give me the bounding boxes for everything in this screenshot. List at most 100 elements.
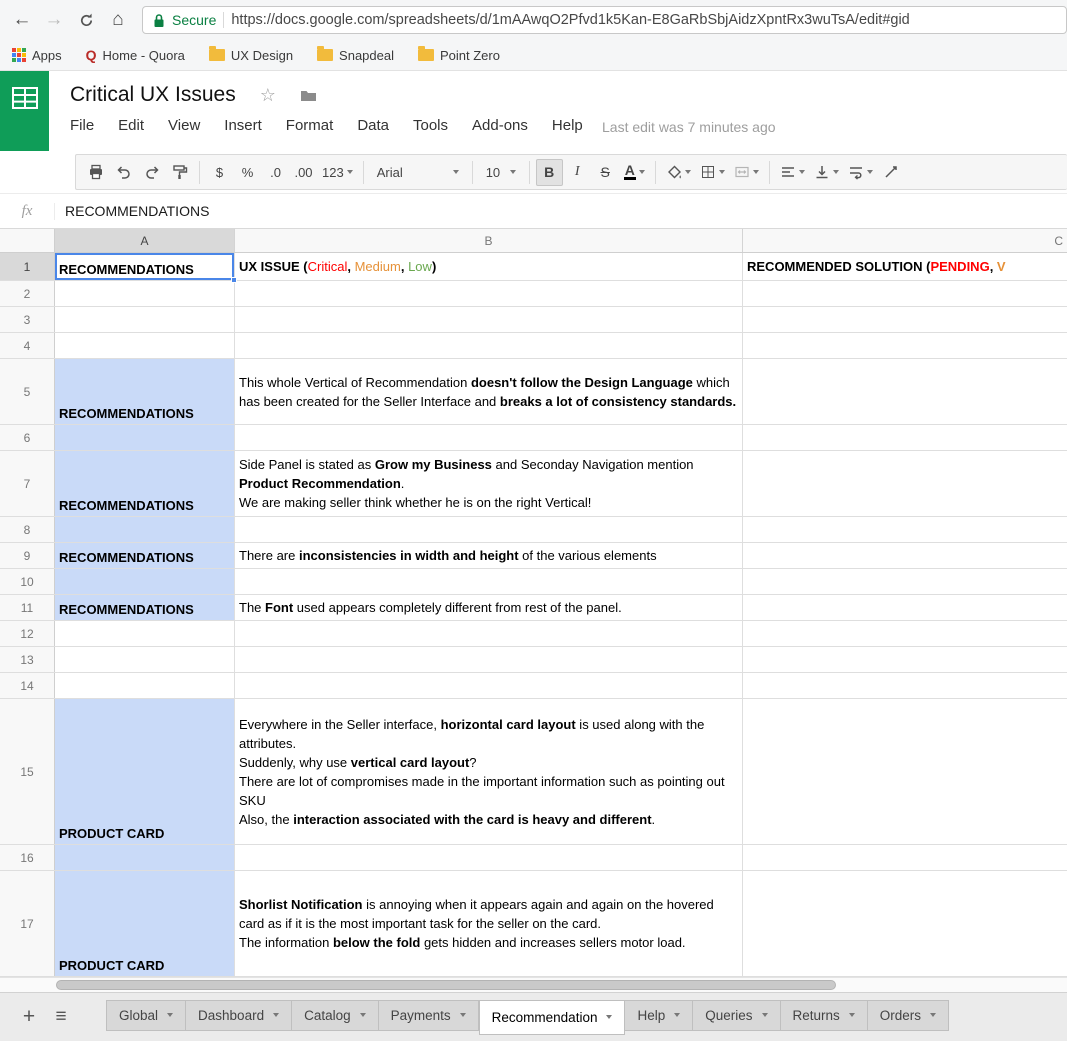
row-header-5[interactable]: 5: [0, 359, 55, 424]
cell-A14[interactable]: [55, 673, 235, 698]
add-sheet-button[interactable]: +: [14, 1005, 44, 1029]
row-header-3[interactable]: 3: [0, 307, 55, 332]
cell-C17[interactable]: [743, 871, 1067, 976]
cell-B1[interactable]: UX ISSUE (Critical, Medium, Low): [235, 253, 743, 280]
cell-C15[interactable]: [743, 699, 1067, 844]
bookmark-item[interactable]: Q Home - Quora: [86, 47, 185, 63]
all-sheets-button[interactable]: ≡: [44, 1006, 78, 1028]
tab-menu-arrow-icon[interactable]: [167, 1013, 174, 1017]
text-rotation-button[interactable]: [878, 159, 905, 186]
cell-A9[interactable]: RECOMMENDATIONS: [55, 543, 235, 568]
menu-edit[interactable]: Edit: [118, 117, 144, 134]
sheets-logo[interactable]: [0, 71, 49, 151]
move-folder-icon[interactable]: [300, 89, 317, 102]
fill-handle[interactable]: [231, 277, 237, 283]
cell-C9[interactable]: [743, 543, 1067, 568]
cell-A12[interactable]: [55, 621, 235, 646]
redo-button[interactable]: [138, 159, 165, 186]
cell-B11[interactable]: The Font used appears completely differe…: [235, 595, 743, 620]
row-header-17[interactable]: 17: [0, 871, 55, 976]
cell-C14[interactable]: [743, 673, 1067, 698]
tab-menu-arrow-icon[interactable]: [674, 1013, 681, 1017]
fill-color-button[interactable]: [662, 159, 695, 186]
print-button[interactable]: [82, 159, 109, 186]
sheet-tab-payments[interactable]: Payments: [378, 999, 479, 1031]
row-header-15[interactable]: 15: [0, 699, 55, 844]
strikethrough-button[interactable]: S: [592, 159, 619, 186]
cell-C12[interactable]: [743, 621, 1067, 646]
cell-B5[interactable]: This whole Vertical of Recommendation do…: [235, 359, 743, 424]
cell-B16[interactable]: [235, 845, 743, 870]
cell-B12[interactable]: [235, 621, 743, 646]
cell-A16[interactable]: [55, 845, 235, 870]
menu-help[interactable]: Help: [552, 117, 583, 134]
back-icon[interactable]: ←: [8, 6, 36, 34]
cell-A6[interactable]: [55, 425, 235, 450]
format-percent-button[interactable]: %: [234, 159, 261, 186]
cell-A5[interactable]: RECOMMENDATIONS: [55, 359, 235, 424]
menu-file[interactable]: File: [70, 117, 94, 134]
cell-A7[interactable]: RECOMMENDATIONS: [55, 451, 235, 516]
address-bar[interactable]: Secure https://docs.google.com/spreadshe…: [142, 6, 1067, 34]
cell-B14[interactable]: [235, 673, 743, 698]
bookmark-item[interactable]: Snapdeal: [317, 46, 394, 63]
row-header-11[interactable]: 11: [0, 595, 55, 620]
cell-B15[interactable]: Everywhere in the Seller interface, hori…: [235, 699, 743, 844]
format-currency-button[interactable]: $: [206, 159, 233, 186]
cell-A1[interactable]: RECOMMENDATIONS: [55, 253, 237, 283]
column-header-B[interactable]: B: [235, 229, 743, 252]
refresh-icon[interactable]: [72, 6, 100, 34]
cell-A4[interactable]: [55, 333, 235, 358]
row-header-8[interactable]: 8: [0, 517, 55, 542]
bookmark-item[interactable]: UX Design: [208, 46, 293, 63]
cell-B2[interactable]: [235, 281, 743, 306]
apps-shortcut[interactable]: Apps: [12, 48, 62, 63]
menu-data[interactable]: Data: [357, 117, 389, 134]
cell-C6[interactable]: [743, 425, 1067, 450]
forward-icon[interactable]: →: [40, 6, 68, 34]
menu-view[interactable]: View: [168, 117, 200, 134]
undo-button[interactable]: [110, 159, 137, 186]
column-header-C[interactable]: C: [743, 229, 1067, 252]
cell-C2[interactable]: [743, 281, 1067, 306]
menu-insert[interactable]: Insert: [224, 117, 262, 134]
sheet-tab-queries[interactable]: Queries: [693, 999, 781, 1031]
cell-B3[interactable]: [235, 307, 743, 332]
cell-B4[interactable]: [235, 333, 743, 358]
tab-menu-arrow-icon[interactable]: [459, 1013, 466, 1017]
horizontal-scrollbar[interactable]: [0, 977, 1067, 992]
cell-B10[interactable]: [235, 569, 743, 594]
cell-C13[interactable]: [743, 647, 1067, 672]
cell-C5[interactable]: [743, 359, 1067, 424]
cell-A2[interactable]: [55, 281, 235, 306]
home-icon[interactable]: ⌂: [104, 6, 132, 34]
row-header-7[interactable]: 7: [0, 451, 55, 516]
row-header-9[interactable]: 9: [0, 543, 55, 568]
decrease-decimal-button[interactable]: .0: [262, 159, 289, 186]
italic-button[interactable]: I: [564, 159, 591, 186]
cell-C11[interactable]: [743, 595, 1067, 620]
sheet-tab-global[interactable]: Global: [106, 999, 187, 1031]
bookmark-item[interactable]: Point Zero: [418, 46, 500, 63]
horizontal-align-button[interactable]: [776, 159, 809, 186]
sheet-tab-returns[interactable]: Returns: [780, 999, 868, 1031]
text-wrap-button[interactable]: [844, 159, 877, 186]
cell-B13[interactable]: [235, 647, 743, 672]
sheet-tab-dashboard[interactable]: Dashboard: [186, 999, 293, 1031]
cell-A13[interactable]: [55, 647, 235, 672]
row-header-13[interactable]: 13: [0, 647, 55, 672]
cell-C4[interactable]: [743, 333, 1067, 358]
cell-C16[interactable]: [743, 845, 1067, 870]
horizontal-scrollbar-thumb[interactable]: [56, 980, 836, 990]
menu-addons[interactable]: Add-ons: [472, 117, 528, 134]
increase-decimal-button[interactable]: .00: [290, 159, 317, 186]
tab-menu-arrow-icon[interactable]: [606, 1015, 613, 1019]
row-header-14[interactable]: 14: [0, 673, 55, 698]
last-edit-status[interactable]: Last edit was 7 minutes ago: [602, 119, 776, 135]
menu-format[interactable]: Format: [286, 117, 334, 134]
cell-B9[interactable]: There are inconsistencies in width and h…: [235, 543, 743, 568]
tab-menu-arrow-icon[interactable]: [848, 1013, 855, 1017]
cell-A15[interactable]: PRODUCT CARD: [55, 699, 235, 844]
font-family-select[interactable]: Arial: [370, 159, 466, 186]
cell-C3[interactable]: [743, 307, 1067, 332]
